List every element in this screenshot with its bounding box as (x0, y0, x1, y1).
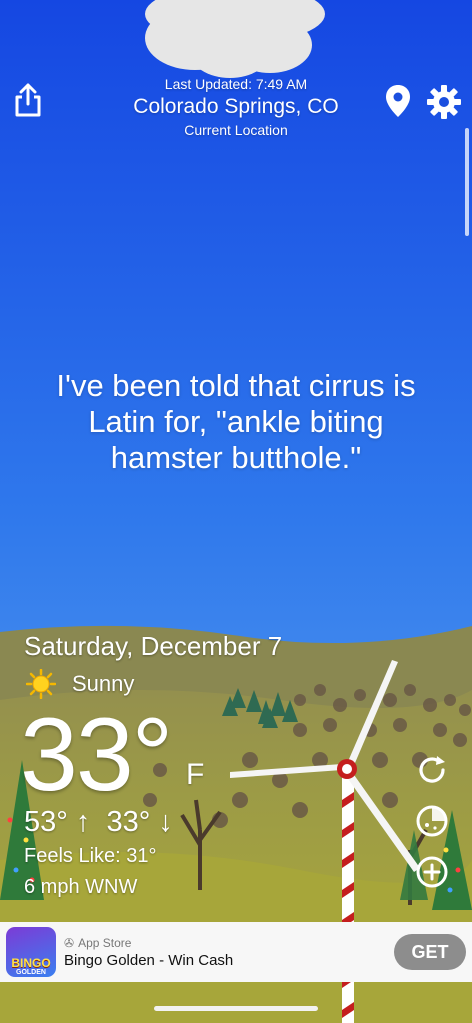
refresh-button[interactable] (414, 752, 450, 788)
gear-icon (427, 85, 461, 119)
temperature-unit[interactable]: F (186, 758, 204, 792)
ad-info: ✇ App Store Bingo Golden - Win Cash (64, 936, 394, 969)
weather-quote: I've been told that cirrus is Latin for,… (56, 368, 416, 475)
condition-row: Sunny (26, 668, 134, 700)
radar-button[interactable] (414, 803, 450, 839)
radar-icon (416, 805, 448, 837)
ad-logo-subtext: GOLDEN (16, 969, 46, 976)
location-pin-icon (386, 85, 410, 117)
ad-banner[interactable]: BINGO GOLDEN ✇ App Store Bingo Golden - … (0, 922, 472, 982)
settings-button[interactable] (424, 82, 464, 122)
home-indicator[interactable] (154, 1006, 318, 1011)
sun-icon (26, 669, 56, 699)
refresh-icon (419, 756, 445, 783)
wind-text: 6 mph WNW (24, 876, 138, 898)
ad-get-button[interactable]: GET (394, 934, 466, 970)
weather-scene-background (0, 0, 472, 1023)
add-location-icon (416, 856, 448, 888)
add-location-button[interactable] (414, 854, 450, 890)
ad-store-label: App Store (78, 935, 132, 950)
current-temperature: 33° (20, 697, 173, 813)
ad-app-logo: BINGO GOLDEN (6, 927, 56, 977)
ad-logo-text: BINGO (11, 956, 51, 970)
current-location-label: Current Location (184, 122, 288, 138)
scrollbar[interactable] (465, 128, 469, 236)
ad-title: Bingo Golden - Win Cash (64, 951, 234, 969)
condition-text: Sunny (72, 671, 135, 696)
location-button[interactable] (384, 84, 412, 118)
ad-store-row: ✇ App Store (64, 936, 394, 950)
date-label: Saturday, December 7 (24, 631, 283, 661)
app-store-icon: ✇ (64, 935, 75, 950)
high-low-temperature: 53° ↑ 33° ↓ (24, 806, 173, 838)
feels-like-text: Feels Like: 31° (24, 845, 157, 867)
